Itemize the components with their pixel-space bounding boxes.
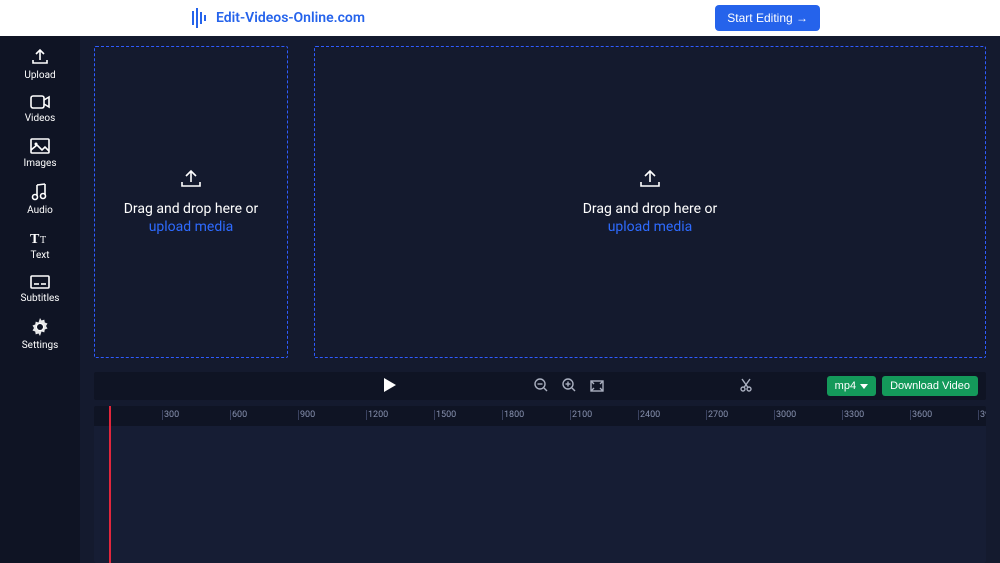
zoom-out-button[interactable] (534, 377, 548, 396)
timeline-tick-label: 900 (300, 410, 315, 420)
sidebar-item-images[interactable]: Images (23, 138, 56, 169)
dropzone-upload-link[interactable]: upload media (608, 219, 693, 235)
format-select[interactable]: mp4 (827, 376, 876, 396)
sidebar-item-videos[interactable]: Videos (25, 95, 56, 124)
sidebar-item-label: Upload (24, 70, 55, 81)
download-button[interactable]: Download Video (882, 376, 978, 396)
dropzone-upload-link[interactable]: upload media (149, 219, 234, 235)
subtitles-icon (30, 275, 50, 289)
media-dropzone-left[interactable]: Drag and drop here or upload media (94, 46, 288, 358)
cut-button[interactable] (739, 377, 753, 396)
sidebar-item-label: Images (23, 158, 56, 169)
upload-icon (638, 169, 662, 193)
text-icon: T T (30, 230, 50, 246)
sidebar: Upload Videos Images (0, 36, 80, 563)
sidebar-item-text[interactable]: T T Text (30, 230, 50, 261)
zoom-in-button[interactable] (562, 377, 576, 396)
playhead[interactable] (109, 406, 111, 563)
sidebar-item-label: Audio (27, 205, 53, 216)
panels: Drag and drop here or upload media Drag … (80, 36, 1000, 364)
chevron-down-icon (860, 380, 868, 392)
timeline-tick-label: 1800 (504, 410, 524, 420)
format-label: mp4 (835, 380, 856, 392)
dropzone-text: Drag and drop here or (583, 201, 718, 217)
zoom-group (534, 377, 604, 396)
timeline-tick-label: 300 (164, 410, 179, 420)
video-icon (30, 95, 50, 109)
play-button[interactable] (384, 377, 396, 396)
sidebar-item-label: Subtitles (21, 293, 60, 304)
brand[interactable]: Edit-Videos-Online.com (190, 7, 365, 29)
brand-text: Edit-Videos-Online.com (216, 10, 365, 26)
timeline-tick-label: 1500 (436, 410, 456, 420)
sidebar-item-audio[interactable]: Audio (27, 183, 53, 216)
timeline-tick-label: 600 (232, 410, 247, 420)
timeline-tick-label: 3600 (912, 410, 932, 420)
upload-icon (30, 48, 50, 66)
timeline-tick-label: 2100 (572, 410, 592, 420)
sidebar-item-label: Settings (22, 340, 59, 351)
preview-dropzone[interactable]: Drag and drop here or upload media (314, 46, 986, 358)
timeline-tick-label: 2700 (708, 410, 728, 420)
audio-icon (31, 183, 49, 201)
sidebar-item-label: Videos (25, 113, 56, 124)
timeline[interactable]: 300 600 900 1200 1500 1800 2100 2400 2700 3000 330… (94, 406, 986, 563)
sidebar-item-label: Text (30, 250, 49, 261)
sidebar-item-settings[interactable]: Settings (22, 318, 59, 351)
playback-toolbar: mp4 Download Video (94, 372, 986, 400)
timeline-tick-label: 2400 (640, 410, 660, 420)
work-area: Drag and drop here or upload media Drag … (80, 36, 1000, 563)
timeline-track-area[interactable] (94, 426, 986, 563)
brand-logo-icon (190, 7, 208, 29)
timeline-tick-label: 3300 (844, 410, 864, 420)
image-icon (30, 138, 50, 154)
timeline-tick-label: 3900 (980, 410, 986, 420)
gear-icon (31, 318, 49, 336)
header: Edit-Videos-Online.com Start Editing → (0, 0, 1000, 36)
dropzone-text: Drag and drop here or (124, 201, 259, 217)
start-editing-button[interactable]: Start Editing → (715, 5, 820, 31)
sidebar-item-subtitles[interactable]: Subtitles (21, 275, 60, 304)
timeline-ruler[interactable]: 300 600 900 1200 1500 1800 2100 2400 2700 3000 330… (94, 406, 986, 426)
sidebar-item-upload[interactable]: Upload (24, 48, 55, 81)
timeline-tick-label: 3000 (776, 410, 796, 420)
svg-text:T: T (30, 232, 40, 246)
svg-text:T: T (40, 235, 46, 246)
fit-button[interactable] (590, 377, 604, 396)
upload-icon (179, 169, 203, 193)
timeline-tick-label: 1200 (368, 410, 388, 420)
main: Upload Videos Images (0, 36, 1000, 563)
